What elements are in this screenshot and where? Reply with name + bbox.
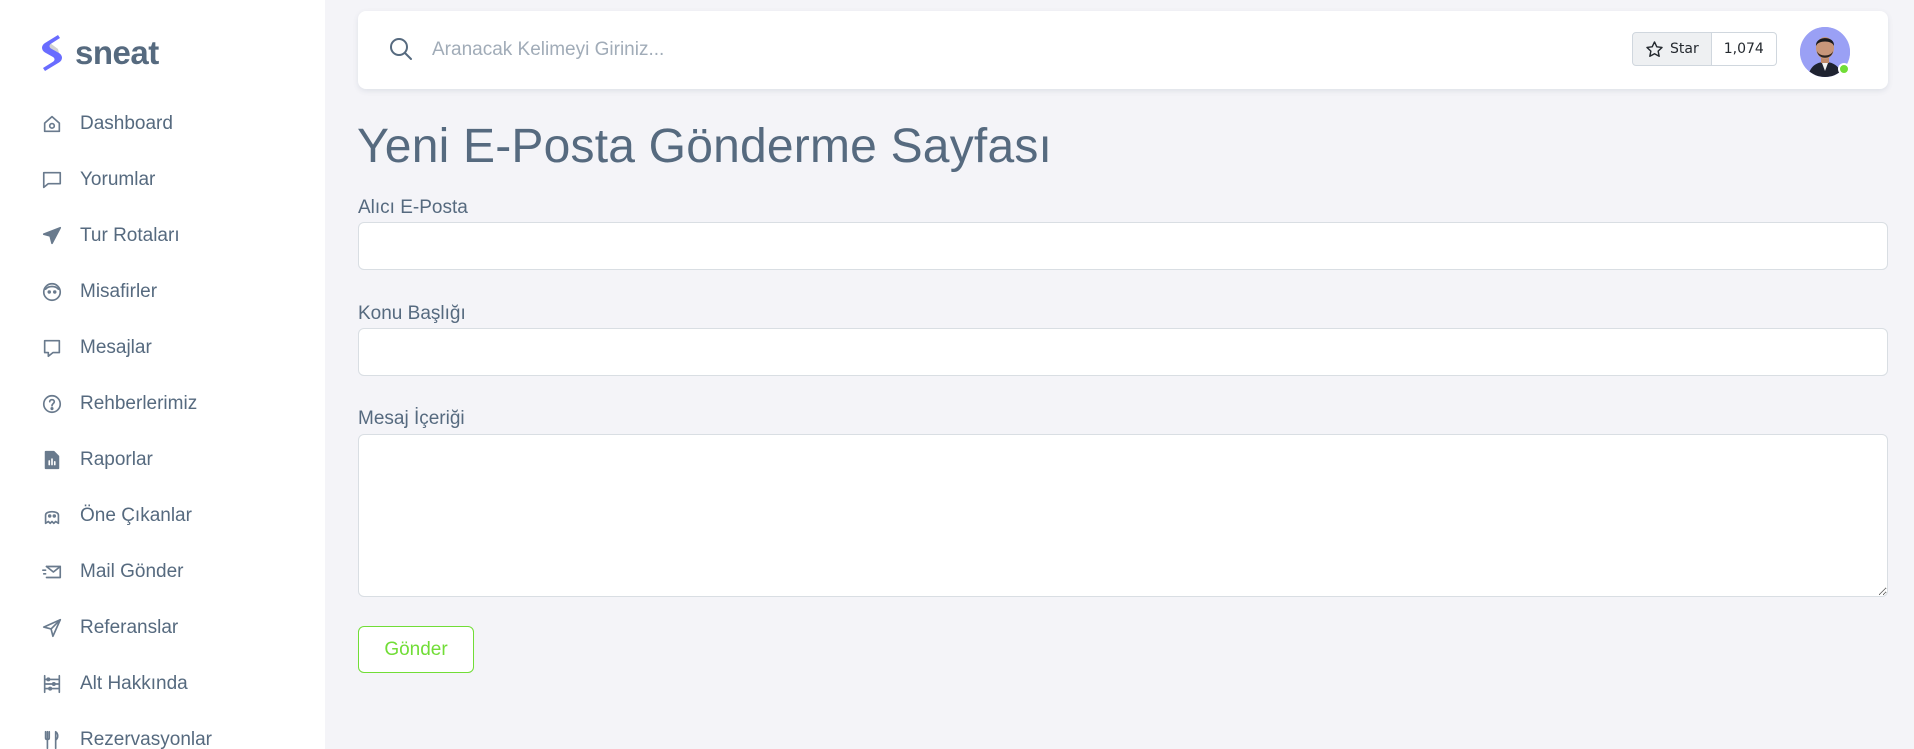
restaurant-icon xyxy=(40,728,64,749)
sidebar-item-label: Dashboard xyxy=(80,113,173,134)
abacus-icon xyxy=(40,672,64,696)
sidebar-item-label: Yorumlar xyxy=(80,169,156,190)
comment-icon xyxy=(40,168,64,192)
page-title: Yeni E-Posta Gönderme Sayfası xyxy=(357,120,1053,173)
home-icon xyxy=(40,112,64,136)
subject-field[interactable] xyxy=(358,328,1888,376)
app-root: sneat Dashboard Yorumlar Tur Rotaları Mi… xyxy=(0,0,1914,749)
recipient-email-label: Alıcı E-Posta xyxy=(358,197,468,218)
search-icon xyxy=(387,35,415,63)
sidebar-item-label: Raporlar xyxy=(80,449,153,470)
github-star-label: Star xyxy=(1670,41,1699,57)
message-icon xyxy=(40,336,64,360)
sneat-logo-icon xyxy=(42,35,62,71)
sidebar-item-dashboard[interactable]: Dashboard xyxy=(0,96,325,152)
sidebar: sneat Dashboard Yorumlar Tur Rotaları Mi… xyxy=(0,0,325,749)
subject-label: Konu Başlığı xyxy=(358,303,466,324)
sidebar-item-label: Mesajlar xyxy=(80,337,152,358)
brand[interactable]: sneat xyxy=(38,33,159,73)
online-status-dot xyxy=(1838,63,1850,75)
sidebar-item-misafirler[interactable]: Misafirler xyxy=(0,264,325,320)
send-arrow-icon xyxy=(40,616,64,640)
sidebar-item-raporlar[interactable]: Raporlar xyxy=(0,432,325,488)
search-input[interactable] xyxy=(432,33,1332,67)
sidebar-item-tur-rotalari[interactable]: Tur Rotaları xyxy=(0,208,325,264)
plane-icon xyxy=(40,224,64,248)
send-button[interactable]: Gönder xyxy=(358,626,474,673)
face-icon xyxy=(40,280,64,304)
message-body-textarea[interactable] xyxy=(358,434,1888,597)
sidebar-item-one-cikanlar[interactable]: Öne Çıkanlar xyxy=(0,488,325,544)
ghost-icon xyxy=(40,504,64,528)
recipient-email-field[interactable] xyxy=(358,222,1888,270)
top-navbar: Star 1,074 xyxy=(358,11,1888,89)
sidebar-item-mesajlar[interactable]: Mesajlar xyxy=(0,320,325,376)
github-star-button[interactable]: Star xyxy=(1632,32,1712,66)
help-circle-icon xyxy=(40,392,64,416)
user-avatar-button[interactable] xyxy=(1800,27,1850,77)
brand-name: sneat xyxy=(75,34,159,71)
star-icon xyxy=(1646,40,1663,57)
github-star-count[interactable]: 1,074 xyxy=(1711,32,1777,66)
sidebar-item-label: Misafirler xyxy=(80,281,158,302)
sidebar-item-label: Alt Hakkında xyxy=(80,673,188,694)
message-body-label: Mesaj İçeriği xyxy=(358,408,465,429)
sidebar-item-label: Mail Gönder xyxy=(80,561,184,582)
sidebar-item-referanslar[interactable]: Referanslar xyxy=(0,600,325,656)
sidebar-item-label: Tur Rotaları xyxy=(80,225,180,246)
github-star-widget: Star 1,074 xyxy=(1632,32,1777,66)
sidebar-menu: Dashboard Yorumlar Tur Rotaları Misafirl… xyxy=(0,96,325,749)
sidebar-item-mail-gonder[interactable]: Mail Gönder xyxy=(0,544,325,600)
sidebar-item-label: Rehberlerimiz xyxy=(80,393,198,414)
sidebar-item-rezervasyonlar[interactable]: Rezervasyonlar xyxy=(0,712,325,749)
sidebar-item-label: Referanslar xyxy=(80,617,179,638)
sidebar-item-label: Öne Çıkanlar xyxy=(80,505,192,526)
sidebar-item-alt-hakkinda[interactable]: Alt Hakkında xyxy=(0,656,325,712)
sidebar-item-rehberlerimiz[interactable]: Rehberlerimiz xyxy=(0,376,325,432)
sidebar-item-yorumlar[interactable]: Yorumlar xyxy=(0,152,325,208)
sidebar-item-label: Rezervasyonlar xyxy=(80,729,212,749)
mail-send-icon xyxy=(40,560,64,584)
report-file-icon xyxy=(40,448,64,472)
